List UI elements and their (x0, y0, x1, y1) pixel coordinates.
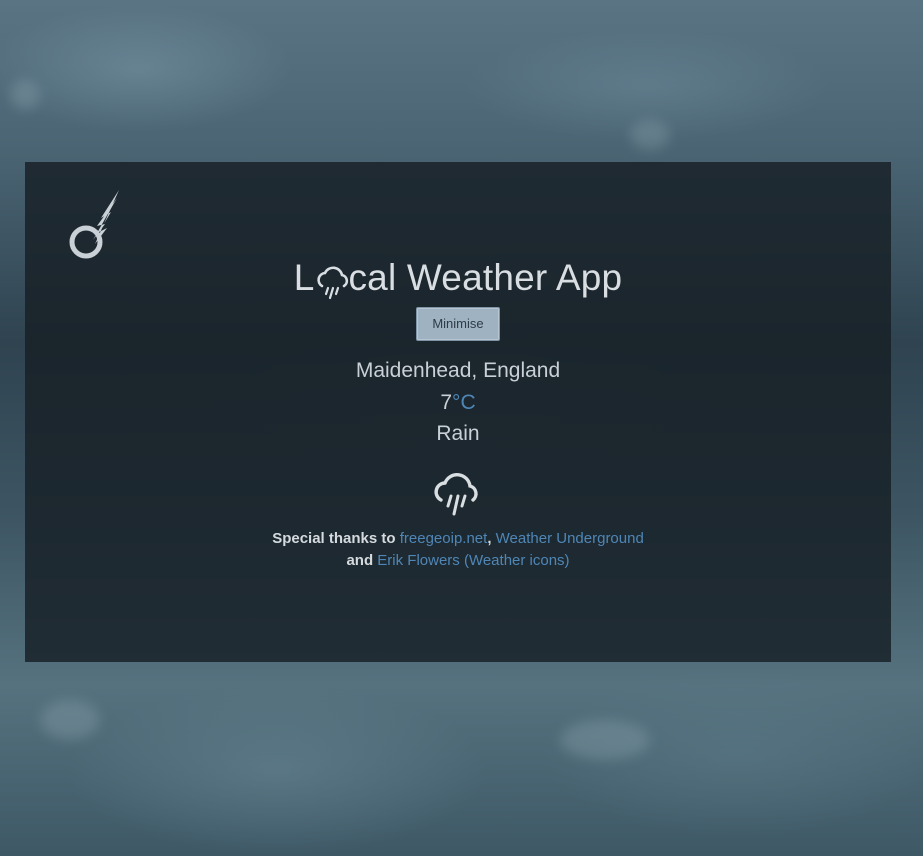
rain-cloud-icon (316, 266, 348, 300)
background-blur (10, 80, 40, 110)
credits-and: and (346, 552, 374, 569)
background-blur (40, 700, 100, 740)
weather-card: Lcal Weather App Minimise Maidenhead, En… (25, 162, 891, 662)
background-blur (630, 120, 670, 150)
temperature: 7°C (25, 389, 891, 417)
location-label: Maidenhead, England (355, 359, 561, 382)
credits: Special thanks to freegeoip.net, Weather… (25, 528, 891, 572)
credits-prefix: Special thanks to (272, 530, 396, 547)
page-title: Lcal Weather App (25, 256, 891, 300)
condition-label: Rain (436, 422, 480, 445)
freegeoip-link[interactable]: freegeoip.net (400, 530, 488, 547)
credits-separator: , (487, 530, 492, 547)
title-suffix: cal Weather App (348, 257, 623, 298)
title-prefix: L (293, 257, 315, 298)
comet-icon (69, 190, 119, 259)
minimise-button[interactable]: Minimise (416, 307, 500, 341)
weather-icons-link[interactable]: Erik Flowers (Weather icons) (377, 552, 569, 569)
background-blur (560, 720, 650, 760)
temperature-value: 7 (440, 391, 453, 414)
rain-cloud-icon (434, 473, 478, 516)
unit-toggle[interactable]: °C (452, 391, 476, 414)
weather-underground-link[interactable]: Weather Underground (496, 530, 644, 547)
